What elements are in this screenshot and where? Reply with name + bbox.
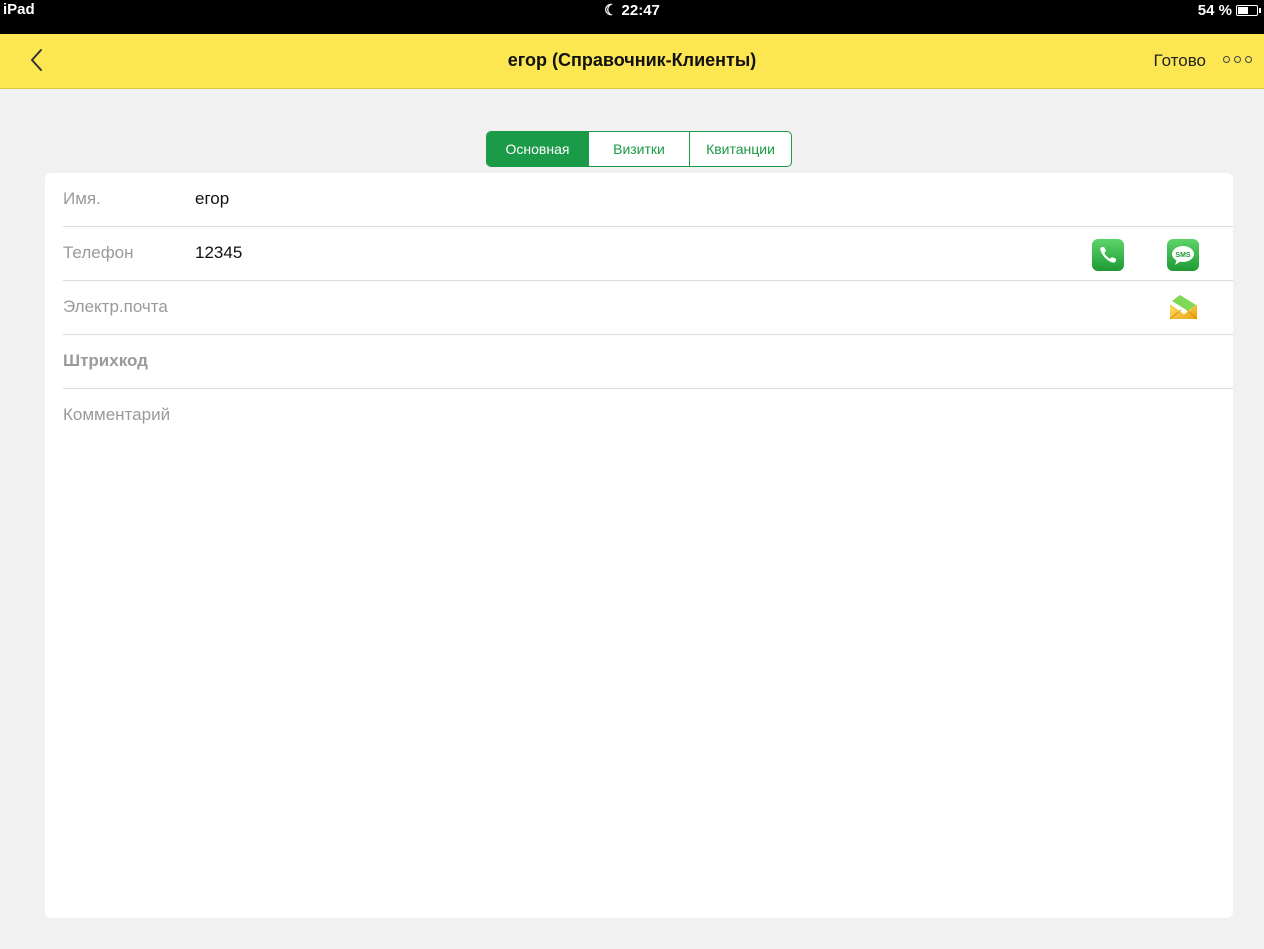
battery-percent: 54 % [1197, 2, 1232, 19]
barcode-label: Штрихкод [63, 351, 148, 370]
name-label: Имя. [63, 189, 101, 208]
email-label: Электр.почта [63, 297, 168, 316]
sms-icon-text: SMS [1175, 252, 1191, 259]
phone-row: Телефон 12345 SMS [45, 227, 1233, 281]
tab-receipts[interactable]: Квитанции [689, 132, 791, 166]
more-dot-icon [1223, 56, 1230, 63]
navigation-bar: егор (Справочник-Клиенты) Готово [0, 34, 1264, 89]
phone-field[interactable]: 12345 [195, 243, 242, 263]
tab-main[interactable]: Основная [487, 132, 588, 166]
moon-icon: ☾ [604, 2, 618, 19]
comment-label: Комментарий [63, 405, 171, 424]
sms-button[interactable]: SMS [1166, 238, 1200, 272]
battery-indicator: 54 % [1197, 2, 1261, 19]
status-time: 22:47 [621, 2, 660, 19]
name-row: Имя. егор [45, 173, 1233, 227]
more-options-button[interactable] [1221, 52, 1254, 67]
name-field[interactable]: егор [195, 189, 229, 209]
tab-bar: Основная Визитки Квитанции [486, 131, 792, 167]
email-row: Электр.почта [45, 281, 1233, 335]
status-bar: iPad ☾ 22:47 54 % [0, 0, 1264, 34]
client-form-card: Имя. егор Телефон 12345 SMS Электр.почта… [45, 173, 1233, 918]
envelope-icon [1169, 295, 1198, 320]
sms-icon: SMS [1167, 239, 1199, 271]
tab-business-cards[interactable]: Визитки [588, 132, 689, 166]
page-title: егор (Справочник-Клиенты) [507, 50, 757, 70]
phone-icon [1092, 239, 1124, 271]
call-button[interactable] [1091, 238, 1125, 272]
phone-label: Телефон [63, 243, 134, 262]
email-button[interactable] [1166, 291, 1200, 325]
comment-row: Комментарий [45, 389, 1233, 909]
more-dot-icon [1245, 56, 1252, 63]
status-clock: ☾ 22:47 [0, 1, 1264, 19]
more-dot-icon [1234, 56, 1241, 63]
done-button[interactable]: Готово [1154, 51, 1207, 71]
barcode-row: Штрихкод [45, 335, 1233, 389]
battery-icon [1236, 5, 1261, 16]
